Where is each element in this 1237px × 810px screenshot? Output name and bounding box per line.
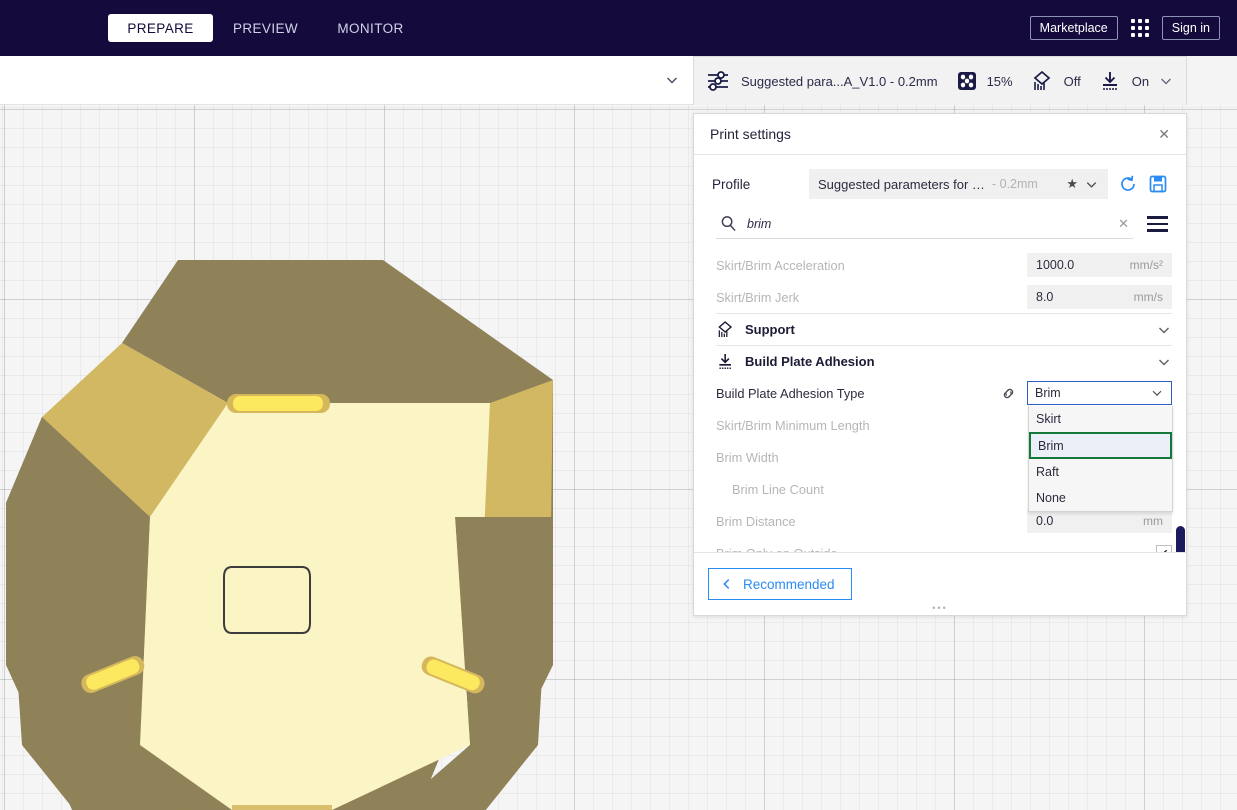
profile-variant: - 0.2mm [992,177,1038,191]
profile-summary-label: Suggested para...A_V1.0 - 0.2mm [741,74,938,89]
setting-row-skirt-brim-jerk[interactable]: Skirt/Brim Jerk 8.0 mm/s [716,281,1172,313]
setting-label: Skirt/Brim Acceleration [716,258,1027,273]
settings-list[interactable]: Skirt/Brim Acceleration 1000.0 mm/s² Ski… [694,249,1186,552]
setting-unit: mm/s [1134,290,1163,304]
setting-value-field[interactable]: 8.0 mm/s [1027,285,1172,309]
stage-tabs: PREPARE PREVIEW MONITOR [108,14,423,42]
search-icon [720,215,737,232]
link-icon[interactable] [1000,385,1017,402]
setting-label: Build Plate Adhesion Type [716,386,1000,401]
search-box[interactable]: ✕ [716,209,1133,239]
marketplace-button[interactable]: Marketplace [1030,16,1118,41]
category-build-plate-adhesion[interactable]: Build Plate Adhesion [716,345,1172,377]
apps-grid-icon[interactable] [1131,19,1149,37]
setting-value: 1000.0 [1036,258,1074,272]
category-label: Build Plate Adhesion [745,354,875,369]
setting-label: Brim Only on Outside [716,546,1156,553]
tab-preview[interactable]: PREVIEW [213,14,318,42]
infill-icon [956,70,978,92]
setting-row-skirt-brim-acceleration[interactable]: Skirt/Brim Acceleration 1000.0 mm/s² [716,249,1172,281]
setting-value-field[interactable]: 1000.0 mm/s² [1027,253,1172,277]
tab-prepare[interactable]: PREPARE [108,14,213,42]
adhesion-option-raft[interactable]: Raft [1029,459,1172,485]
recommended-label: Recommended [743,577,835,592]
adhesion-category-icon [716,352,736,371]
machine-selector-strip[interactable] [0,56,693,105]
search-input[interactable] [747,217,1108,231]
save-profile-icon[interactable] [1148,174,1168,194]
chevron-down-icon[interactable] [1156,354,1172,370]
close-icon[interactable]: ✕ [1158,127,1170,141]
setup-bar-chevron-down-icon[interactable] [1158,73,1174,89]
category-label: Support [745,322,795,337]
topbar-actions: Marketplace Sign in [1030,16,1237,41]
panel-footer: Recommended ••• [694,552,1186,615]
adhesion-type-combobox[interactable]: Brim Skirt Brim Raft None [1027,381,1172,405]
favorite-star-icon[interactable]: ★ [1066,176,1078,192]
support-icon [1031,70,1055,92]
category-support[interactable]: Support [716,313,1172,345]
adhesion-option-brim[interactable]: Brim [1029,432,1172,459]
print-setup-summary-bar[interactable]: Suggested para...A_V1.0 - 0.2mm 15% [693,56,1187,105]
settings-scrollbar[interactable] [1176,526,1185,552]
chevron-left-icon [720,577,734,591]
panel-resize-grip[interactable]: ••• [932,603,947,613]
adhesion-type-dropdown-menu[interactable]: Skirt Brim Raft None [1028,406,1173,512]
setting-value: 0.0 [1036,514,1053,528]
model-slot-top [227,394,330,413]
profile-chevron-down-icon[interactable] [1084,177,1099,192]
top-navigation-bar: PREPARE PREVIEW MONITOR Marketplace Sign… [0,0,1237,56]
setting-unit: mm [1143,514,1163,528]
adhesion-value: On [1132,74,1149,89]
adhesion-icon [1099,70,1123,92]
support-category-icon [716,320,736,339]
setting-label: Brim Distance [716,514,1027,529]
setting-value-field[interactable]: 0.0 mm [1027,509,1172,533]
chevron-down-icon[interactable] [1150,386,1164,400]
panel-header: Print settings ✕ [694,114,1186,155]
search-row: ✕ [694,209,1186,239]
setting-row-build-plate-adhesion-type[interactable]: Build Plate Adhesion Type Brim [716,377,1172,409]
profile-label: Profile [712,177,799,192]
setting-row-brim-only-on-outside[interactable]: Brim Only on Outside ✔ [716,537,1172,552]
recommended-button[interactable]: Recommended [708,568,852,600]
adhesion-type-value: Brim [1035,386,1061,400]
sign-in-button[interactable]: Sign in [1162,16,1220,41]
cura-application-window: PREPARE PREVIEW MONITOR Marketplace Sign… [0,0,1237,810]
settings-visibility-menu-icon[interactable] [1147,216,1168,231]
profile-name: Suggested parameters for P... [818,177,986,192]
profile-row: Profile Suggested parameters for P... - … [694,155,1186,213]
tab-monitor[interactable]: MONITOR [318,14,423,42]
chevron-down-icon[interactable] [1156,322,1172,338]
machine-chevron-down-icon[interactable] [664,72,680,88]
panel-title: Print settings [710,126,791,142]
infill-value: 15% [987,74,1013,89]
clear-search-icon[interactable]: ✕ [1118,216,1129,232]
setting-value: 8.0 [1036,290,1053,304]
setting-unit: mm/s² [1130,258,1163,272]
adhesion-option-skirt[interactable]: Skirt [1029,406,1172,432]
print-settings-sliders-icon [706,69,732,93]
print-settings-panel: Print settings ✕ Profile Suggested param… [693,113,1187,616]
adhesion-option-none[interactable]: None [1029,485,1172,511]
setting-label: Skirt/Brim Jerk [716,290,1027,305]
brim-only-on-outside-checkbox[interactable]: ✔ [1156,545,1172,552]
support-value: Off [1064,74,1081,89]
profile-select[interactable]: Suggested parameters for P... - 0.2mm ★ [809,169,1108,199]
reset-profile-icon[interactable] [1118,174,1138,194]
